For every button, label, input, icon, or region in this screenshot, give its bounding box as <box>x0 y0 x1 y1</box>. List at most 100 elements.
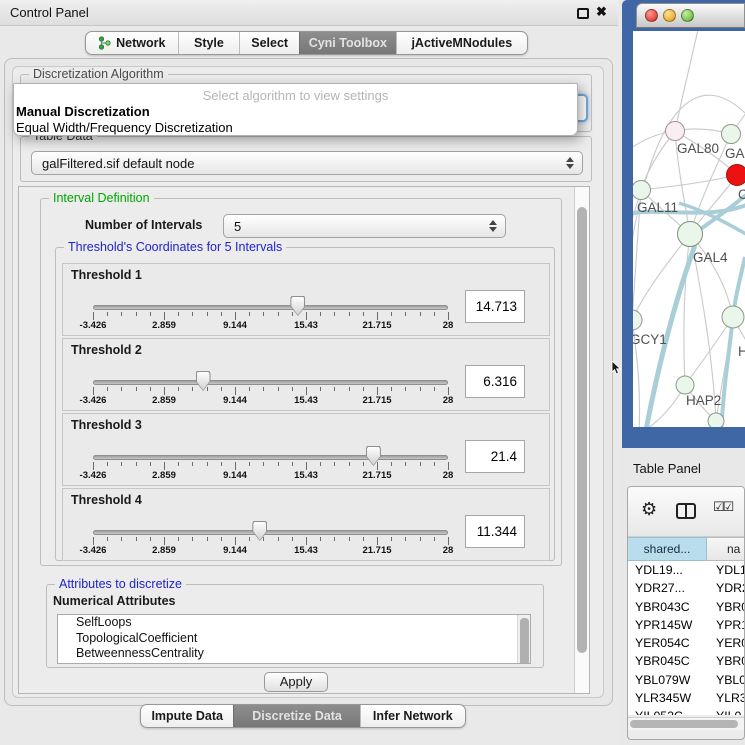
close-icon[interactable]: ✖ <box>596 4 607 20</box>
tab-impute-data[interactable]: Impute Data <box>141 705 233 727</box>
numerical-attributes-list[interactable]: SelfLoopsTopologicalCoefficientBetweenne… <box>57 614 531 664</box>
tick-label: -3.426 <box>61 320 125 331</box>
threshold-box: Threshold 1-3.4262.8599.14415.4321.71528… <box>62 263 550 336</box>
network-edge[interactable] <box>633 234 690 320</box>
slider-handle-face <box>253 522 266 540</box>
major-tick <box>448 312 449 320</box>
cell-shared-name: YBR043C <box>628 598 707 616</box>
node-label: HAP2 <box>686 393 721 408</box>
cell-shared-name: YLR345W <box>628 689 707 707</box>
network-node-hap2[interactable] <box>676 376 694 394</box>
minor-tick <box>363 387 364 391</box>
tab-select[interactable]: Select <box>239 32 299 54</box>
minor-tick <box>136 387 137 391</box>
vertical-scrollbar[interactable] <box>574 187 589 693</box>
major-tick <box>377 312 378 320</box>
table-row[interactable]: YBL079WYBL0 <box>628 671 745 689</box>
network-canvas[interactable]: GAL80GACGAL11GAL4GCY1HHAP2 <box>633 31 745 427</box>
cell-name: YLR3 <box>707 689 745 707</box>
minor-tick <box>249 312 250 316</box>
cell-name: YIL0 <box>707 707 745 715</box>
gear-icon[interactable]: ⚙ <box>641 499 657 520</box>
slider-track[interactable] <box>93 455 448 460</box>
network-edge[interactable] <box>675 31 699 131</box>
attribute-item[interactable]: BetweennessCentrality <box>58 646 530 662</box>
column-checkboxes-icon[interactable]: ☑☑ <box>713 499 732 515</box>
tab-cyni-toolbox[interactable]: Cyni Toolbox <box>299 32 396 54</box>
table-data-combobox[interactable]: galFiltered.sif default node <box>31 151 583 175</box>
column-header-name[interactable]: na <box>707 537 745 561</box>
network-node-gal80[interactable] <box>666 122 685 141</box>
column-header-shared[interactable]: shared... <box>628 537 707 561</box>
cell-shared-name: YBR045C <box>628 652 707 670</box>
major-tick <box>377 462 378 470</box>
slider-handle[interactable] <box>366 446 381 466</box>
minimize-traffic-light-icon[interactable] <box>663 9 676 22</box>
network-node-ga[interactable] <box>722 125 741 144</box>
table-row[interactable]: YER054CYER0 <box>628 634 745 652</box>
tab-discretize-data[interactable]: Discretize Data <box>233 705 359 727</box>
table-row[interactable]: YPR145WYPR1 <box>628 616 745 634</box>
minor-tick <box>221 537 222 541</box>
network-node[interactable] <box>708 413 724 427</box>
table-row[interactable]: YDL19...YDL1 <box>628 561 745 579</box>
minor-tick <box>320 537 321 541</box>
attribute-item[interactable]: SelfLoops <box>58 615 530 631</box>
split-columns-icon[interactable] <box>676 503 696 519</box>
minor-tick <box>136 537 137 541</box>
node-label: C <box>738 187 745 202</box>
tab-style[interactable]: Style <box>178 32 240 54</box>
zoom-traffic-light-icon[interactable] <box>681 9 694 22</box>
horizontal-scrollbar-thumb[interactable] <box>630 720 738 728</box>
network-node-c[interactable] <box>727 165 745 186</box>
tab-network[interactable]: Network <box>86 32 178 54</box>
network-window-titlebar[interactable] <box>636 3 745 28</box>
slider-track[interactable] <box>93 530 448 535</box>
minor-tick <box>363 537 364 541</box>
slider-handle[interactable] <box>252 521 267 541</box>
attributes-scrollbar[interactable] <box>517 615 530 663</box>
minor-tick <box>405 462 406 466</box>
threshold-value-field[interactable]: 11.344 <box>465 515 525 548</box>
network-node-h[interactable] <box>722 306 744 328</box>
tick-label: 21.715 <box>345 470 409 481</box>
minor-tick <box>150 387 151 391</box>
algorithm-option[interactable]: Manual Discretization <box>14 103 577 119</box>
float-window-icon[interactable] <box>577 8 589 19</box>
control-panel-titlebar: Control Panel ✖ <box>0 0 618 26</box>
number-of-intervals-combobox[interactable]: 5 <box>223 214 506 238</box>
slider-track[interactable] <box>93 305 448 310</box>
table-row[interactable]: YDR27...YDR2 <box>628 579 745 597</box>
threshold-value-field[interactable]: 6.316 <box>465 365 525 398</box>
close-traffic-light-icon[interactable] <box>645 9 658 22</box>
attributes-scrollbar-thumb[interactable] <box>520 618 529 664</box>
tick-label: 9.144 <box>203 395 267 406</box>
network-edge-thick[interactable] <box>721 257 745 427</box>
apply-button[interactable]: Apply <box>264 672 328 692</box>
tab-infer-network[interactable]: Infer Network <box>360 705 465 727</box>
tick-label: 2.859 <box>132 470 196 481</box>
major-tick <box>377 387 378 395</box>
attribute-item[interactable]: TopologicalCoefficient <box>58 631 530 647</box>
slider-handle[interactable] <box>196 371 211 391</box>
vertical-scrollbar-thumb[interactable] <box>577 207 587 653</box>
network-view-window: GAL80GACGAL11GAL4GCY1HHAP2 <box>622 0 745 454</box>
table-row[interactable]: YBR045CYBR0 <box>628 652 745 670</box>
table-row[interactable]: YLR345WYLR3 <box>628 689 745 707</box>
network-node-gcy1[interactable] <box>633 310 642 330</box>
table-row[interactable]: YBR043CYBR0 <box>628 598 745 616</box>
combo-spinner-icon <box>489 220 497 232</box>
network-graph[interactable]: GAL80GACGAL11GAL4GCY1HHAP2 <box>633 31 745 427</box>
network-node-gal11[interactable] <box>633 181 651 200</box>
table-row[interactable]: YIL052CYIL0 <box>628 707 745 715</box>
algorithm-option[interactable]: Equal Width/Frequency Discretization <box>14 119 577 135</box>
slider-track[interactable] <box>93 380 448 385</box>
minor-tick <box>405 537 406 541</box>
threshold-value-field[interactable]: 21.4 <box>465 440 525 473</box>
tab-jactivemnodules[interactable]: jActiveMNodules <box>396 32 527 54</box>
network-node-gal4[interactable] <box>678 222 703 247</box>
horizontal-scrollbar[interactable] <box>628 717 745 730</box>
minor-tick <box>263 462 264 466</box>
threshold-value-field[interactable]: 14.713 <box>465 290 525 323</box>
network-edge[interactable] <box>641 175 737 190</box>
